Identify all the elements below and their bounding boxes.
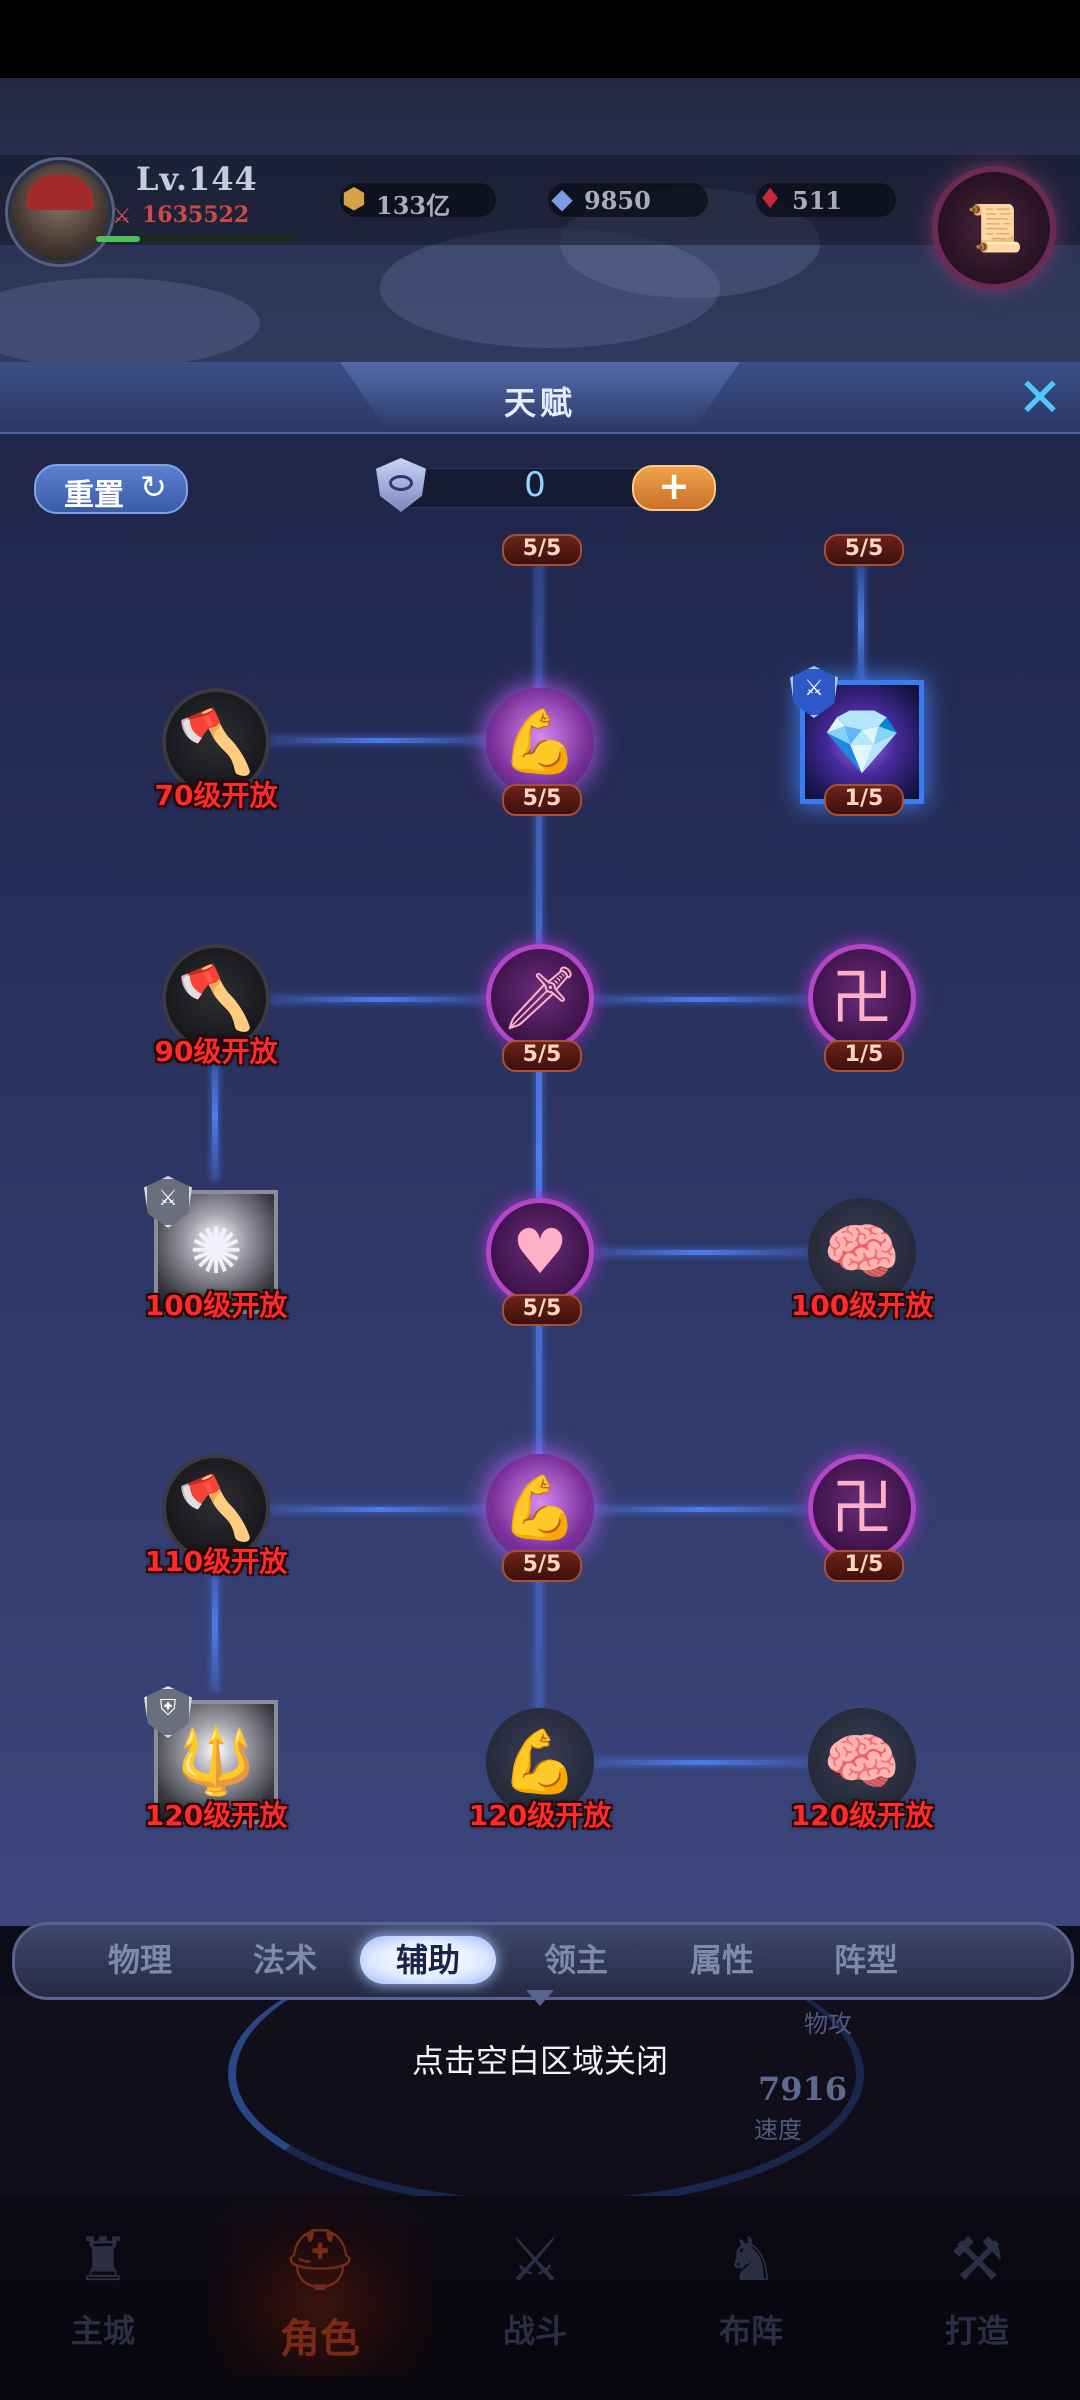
- talent-points-value: 0: [524, 465, 546, 505]
- strength-body-icon: 💪: [501, 1471, 579, 1544]
- talent-node-r3-center[interactable]: ♥ 5/5: [486, 1198, 594, 1326]
- diamond-resource[interactable]: ◆ 9850: [548, 182, 708, 217]
- nav-label: 打造: [944, 2312, 1009, 2350]
- gold-coin-icon: ⬢: [341, 182, 367, 215]
- player-level: Lv.144: [136, 160, 258, 198]
- nav-label: 布阵: [718, 2312, 783, 2350]
- nav-formation[interactable]: ♞ 布阵: [686, 2220, 816, 2370]
- add-points-button[interactable]: +: [632, 465, 716, 511]
- level-counter: 1/5: [824, 784, 904, 816]
- level-counter: 5/5: [502, 1040, 582, 1072]
- player-avatar[interactable]: [8, 160, 112, 264]
- rune-icon: 卍: [830, 961, 893, 1034]
- tab-support[interactable]: 辅助: [360, 1936, 496, 1984]
- helmet-icon: ⛑: [281, 2225, 359, 2295]
- talent-node-r1-center[interactable]: 💪 5/5: [486, 688, 594, 816]
- unlock-level-label: 100级开放: [790, 1289, 934, 1322]
- tab-attributes[interactable]: 属性: [662, 1936, 782, 1984]
- close-hint: 点击空白区域关闭: [411, 2042, 668, 2080]
- unlock-level-label: 100级开放: [144, 1289, 288, 1322]
- gold-value: 133亿: [376, 191, 451, 220]
- talent-node-r5-right[interactable]: 🧠 120级开放: [791, 1708, 933, 1832]
- tree-line-r4-left: [270, 1507, 490, 1512]
- nav-forge[interactable]: ⚒ 打造: [912, 2220, 1042, 2370]
- strength-body-icon: 💪: [501, 705, 579, 778]
- level-counter: 1/5: [824, 1040, 904, 1072]
- level-counter: 5/5: [502, 1550, 582, 1582]
- level-counter: 5/5: [502, 1294, 582, 1326]
- unlock-level-label: 90级开放: [154, 1035, 278, 1068]
- combat-power-value: 1635522: [142, 202, 250, 228]
- talent-node-r4-center[interactable]: 💪 5/5: [486, 1454, 594, 1582]
- nav-label: 角色: [280, 2315, 360, 2362]
- talent-node-r1-left[interactable]: 🪓 70级开放: [155, 688, 277, 812]
- speed-stat-label: 速度: [754, 2116, 802, 2144]
- talent-node-r2-left[interactable]: 🪓 90级开放: [155, 944, 277, 1068]
- tab-formation[interactable]: 阵型: [806, 1936, 926, 1984]
- tree-line-right-top: [858, 560, 864, 690]
- formation-icon: ♞: [724, 2225, 778, 2295]
- attack-stat-label: 物攻: [804, 2010, 852, 2038]
- panel-title: 天赋: [503, 384, 576, 422]
- talent-node-top-right[interactable]: 5/5: [808, 434, 916, 566]
- tab-magic[interactable]: 法术: [225, 1936, 345, 1984]
- unlock-level-label: 120级开放: [790, 1799, 934, 1832]
- combat-power: ⚔ 1635522: [112, 202, 288, 232]
- level-counter: 5/5: [824, 534, 904, 566]
- unlock-level-label: 120级开放: [468, 1799, 612, 1832]
- talent-node-r4-left[interactable]: 🪓 110级开放: [145, 1454, 287, 1578]
- experience-fill: [96, 236, 140, 242]
- ruby-icon: ♦: [757, 182, 783, 215]
- heart-icon: ♥: [512, 1215, 568, 1288]
- gold-resource[interactable]: ⬢ 133亿: [340, 182, 496, 220]
- level-counter: 5/5: [502, 784, 582, 816]
- sword-icon: ⚔: [112, 204, 132, 229]
- reset-label: 重置: [64, 478, 124, 513]
- tree-line-r5-right: [590, 1760, 810, 1765]
- talent-node-r3-right[interactable]: 🧠 100级开放: [791, 1198, 933, 1322]
- rune-icon: 卍: [830, 1471, 893, 1544]
- tab-lord[interactable]: 领主: [516, 1936, 636, 1984]
- anvil-icon: ⚒: [950, 2225, 1004, 2295]
- diamond-value: 9850: [584, 186, 651, 215]
- scroll-icon: 📜: [966, 201, 1024, 255]
- reset-button[interactable]: 重置 ↻: [34, 464, 188, 514]
- talent-node-r1-right[interactable]: 💎 ⚔ 1/5: [790, 666, 924, 816]
- dagger-slash-icon: 🗡: [500, 961, 580, 1034]
- tree-line-r1-left: [270, 738, 490, 743]
- talent-node-r4-right[interactable]: 卍 1/5: [808, 1454, 916, 1582]
- unlock-level-label: 110级开放: [144, 1545, 288, 1578]
- talent-node-r2-center[interactable]: 🗡 5/5: [486, 944, 594, 1072]
- close-icon[interactable]: ✕: [1012, 370, 1068, 426]
- crossed-swords-icon: ⚔: [508, 2225, 562, 2295]
- ruby-resource[interactable]: ♦ 511: [756, 182, 896, 217]
- unlock-level-label: 120级开放: [144, 1799, 288, 1832]
- level-counter: 1/5: [824, 1550, 904, 1582]
- unlock-level-label: 70级开放: [154, 779, 278, 812]
- experience-bar: [96, 236, 296, 242]
- tab-physical[interactable]: 物理: [80, 1936, 200, 1984]
- talent-node-r3-left[interactable]: ✺ ⚔ 100级开放: [144, 1176, 287, 1322]
- nav-label: 战斗: [502, 2312, 567, 2350]
- tree-line-r2-left: [270, 997, 490, 1002]
- nav-label: 主城: [70, 2312, 135, 2350]
- nav-character[interactable]: ⛑ 角色: [255, 2220, 385, 2370]
- talent-node-r2-right[interactable]: 卍 1/5: [808, 944, 916, 1072]
- talent-node-top-center[interactable]: 5/5: [486, 434, 594, 566]
- talent-node-r5-center[interactable]: 💪 120级开放: [469, 1708, 611, 1832]
- tree-line-r2-right: [590, 997, 810, 1002]
- nav-main-city[interactable]: ♜ 主城: [38, 2220, 168, 2370]
- quest-scroll-button[interactable]: 📜: [938, 172, 1050, 284]
- castle-icon: ♜: [76, 2225, 130, 2295]
- tree-line-r3-right: [590, 1250, 810, 1255]
- ruby-value: 511: [792, 186, 843, 215]
- level-counter: 5/5: [502, 534, 582, 566]
- diamond-icon: ◆: [551, 182, 573, 215]
- tree-line-r4-right: [590, 1507, 810, 1512]
- talent-node-r5-left[interactable]: 🔱 ⛨ 120级开放: [144, 1686, 287, 1832]
- refresh-icon: ↻: [140, 468, 167, 506]
- status-strip: [0, 0, 1080, 78]
- nav-battle[interactable]: ⚔ 战斗: [470, 2220, 600, 2370]
